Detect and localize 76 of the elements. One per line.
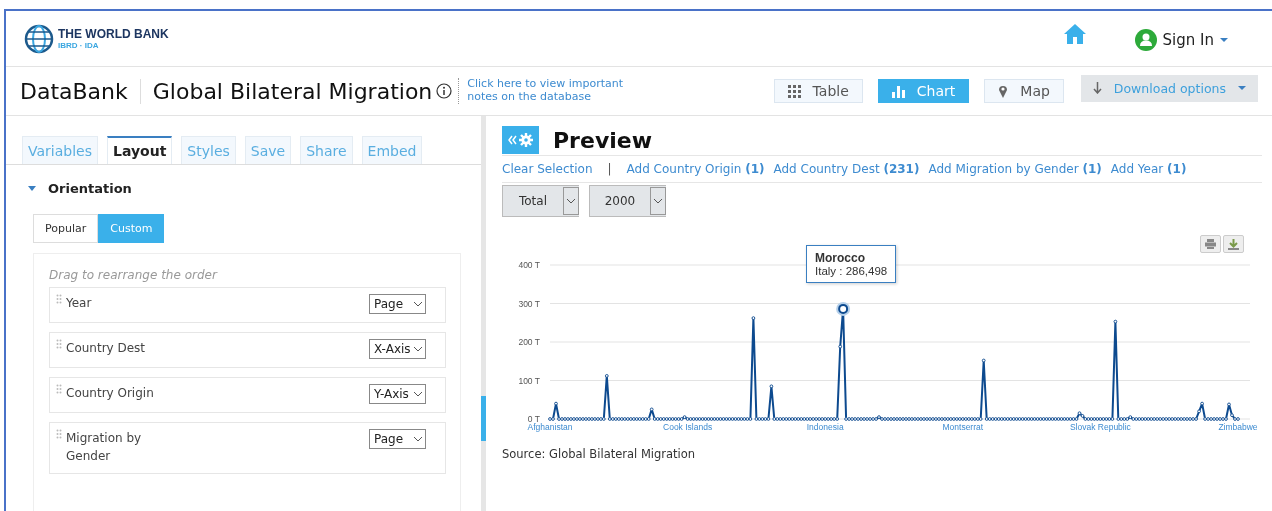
double-chevron-icon (508, 135, 517, 145)
axis-label: Zimbabwe (1218, 422, 1258, 432)
axis-label: Indonesia (806, 422, 844, 432)
download-icon (1228, 238, 1239, 250)
collapse-button[interactable] (502, 126, 539, 154)
collapse-arrow-icon[interactable] (28, 186, 36, 191)
position-dropdown[interactable]: Page (369, 429, 426, 449)
section-title[interactable]: Orientation (48, 181, 132, 196)
axis-label: Montserrat (942, 422, 984, 432)
chevron-icon (411, 390, 425, 398)
axis-label: 0 T (527, 414, 540, 424)
filter-dropdown[interactable]: Total (502, 185, 579, 217)
printer-icon (1205, 239, 1216, 249)
hint-text: Drag to rearrange the order (49, 268, 219, 282)
view-button[interactable]: Map (984, 79, 1064, 103)
user-icon[interactable] (1134, 29, 1157, 51)
filter-dropdown[interactable]: 2000 (589, 185, 666, 217)
add-dimension-link[interactable]: Add Migration by Gender (1) (928, 162, 1102, 176)
position-dropdown[interactable]: Page (369, 294, 426, 314)
logo-text[interactable]: THE WORLD BANK (58, 27, 169, 41)
axis-label: Slovak Republic (1069, 422, 1131, 432)
dimension-row[interactable]: Year Page (49, 287, 446, 323)
scrollbar-thumb[interactable] (481, 396, 486, 441)
drag-handle-icon[interactable] (56, 429, 62, 441)
caret-icon[interactable] (1220, 38, 1228, 42)
axis-label: 100 T (518, 375, 540, 386)
grid-icon (787, 84, 801, 98)
chevron-icon (411, 300, 425, 308)
axis-label: 300 T (518, 298, 540, 309)
map-pin-icon (998, 84, 1009, 98)
add-dimension-link[interactable]: Add Year (1) (1110, 162, 1187, 176)
source-note: Source: Global Bilateral Migration (502, 447, 697, 461)
bar-chart-icon (891, 84, 905, 98)
home-icon[interactable] (1062, 22, 1087, 45)
tab[interactable]: Layout (107, 136, 173, 164)
drag-handle-icon[interactable] (56, 294, 62, 306)
dimension-label: Country Dest (66, 340, 147, 357)
tooltip-text: Italy : 286,498 (815, 265, 888, 277)
axis-label: Cook Islands (663, 422, 713, 432)
tooltip-title: Morocco (815, 251, 866, 265)
print-button[interactable] (1200, 235, 1221, 253)
chevron-icon (653, 198, 663, 204)
position-dropdown[interactable]: Y-Axis (369, 384, 426, 404)
globe-icon[interactable] (24, 23, 54, 54)
chevron-icon (411, 345, 425, 353)
axis-label: 200 T (518, 337, 540, 347)
drag-handle-icon[interactable] (56, 384, 62, 396)
chevron-icon (411, 435, 425, 443)
logo-subtitle: IBRD · IDA (58, 41, 100, 50)
dimension-label: Migration by Gender (66, 430, 143, 465)
caret-icon (1238, 86, 1246, 90)
add-dimension-link[interactable]: Add Country Origin (1) (626, 162, 765, 176)
dimension-label: Country Origin (66, 385, 155, 402)
download-button[interactable] (1223, 235, 1244, 253)
position-dropdown[interactable]: X-Axis (369, 339, 426, 359)
drag-handle-icon[interactable] (56, 339, 62, 351)
database-title: Global Bilateral Migration (152, 78, 433, 104)
view-button[interactable]: Table (773, 79, 863, 103)
notes-link[interactable]: Click here to view important notes on the database (458, 78, 628, 104)
dimension-label: Year (66, 295, 93, 312)
chevron-icon (566, 198, 576, 204)
gear-icon (519, 133, 533, 147)
app-title: DataBank (20, 78, 141, 104)
info-icon[interactable] (436, 83, 453, 99)
axis-label: Afghanistan (527, 422, 573, 432)
preview-title: Preview (553, 127, 653, 153)
dimension-row[interactable]: Migration by Gender Page (49, 422, 446, 474)
clear-selection-link[interactable]: Clear Selection (502, 162, 593, 176)
separator: | (607, 162, 612, 176)
axis-label: 400 T (518, 260, 540, 270)
dimension-row[interactable]: Country Dest X-Axis (49, 332, 446, 368)
add-dimension-link[interactable]: Add Country Dest (231) (773, 162, 920, 176)
download-icon (1092, 82, 1102, 94)
sign-in-link[interactable]: Sign In (1162, 31, 1214, 49)
toggle-button[interactable]: Popular (33, 214, 99, 243)
dimension-row[interactable]: Country Origin Y-Axis (49, 377, 446, 413)
